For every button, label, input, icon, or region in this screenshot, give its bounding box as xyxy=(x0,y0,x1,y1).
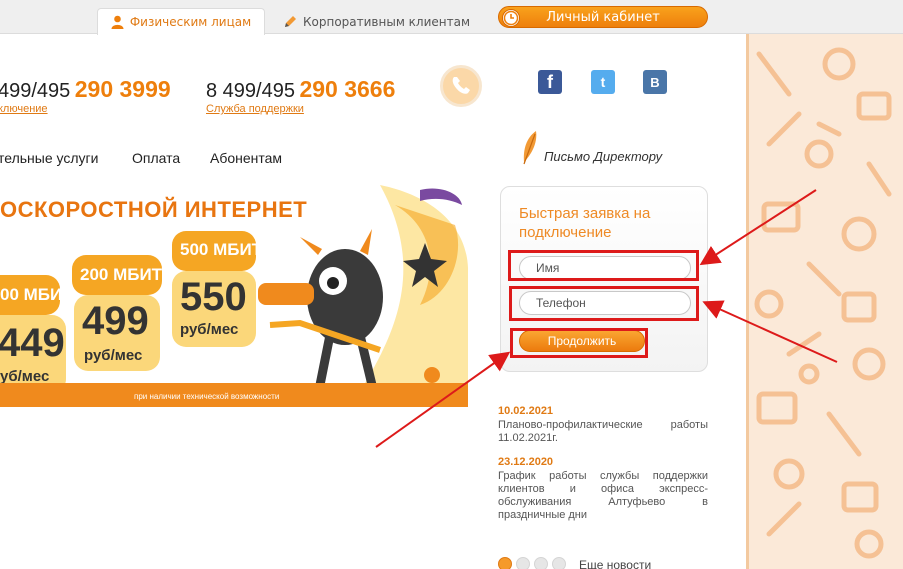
vkontakte-icon[interactable]: B xyxy=(643,70,667,94)
vkontakte-glyph: B xyxy=(650,74,660,90)
speed-500-label: 500 МБИТ/С xyxy=(180,240,280,259)
highlight-name-field xyxy=(508,250,699,281)
phone-support-number: 290 3666 xyxy=(299,76,396,102)
more-news-link[interactable]: Еще новости xyxy=(579,558,651,569)
pattern-icons xyxy=(754,47,892,559)
feather-icon xyxy=(523,131,537,165)
tab-corporate[interactable]: Корпоративным клиентам xyxy=(283,8,470,35)
news-date: 10.02.2021 xyxy=(498,405,554,417)
promo-banner[interactable]: ОСКОРОСТНОЙ ИНТЕРНЕТ 00 МБИТ/С 449 уб/ме… xyxy=(0,185,468,407)
news-page-dot[interactable] xyxy=(552,557,566,569)
news-item[interactable]: 23.12.2020 График работы службы поддержк… xyxy=(498,456,708,522)
person-icon xyxy=(111,15,124,29)
clock-icon xyxy=(502,9,520,27)
price-449-value: 449 xyxy=(0,321,65,365)
nav-item-subscribers[interactable]: Абонентам xyxy=(210,150,282,166)
phone-call-button[interactable] xyxy=(440,65,482,107)
news-text: График работы службы поддержки клиентов … xyxy=(498,470,708,521)
news-page-dot[interactable] xyxy=(534,557,548,569)
nav-item-payment[interactable]: Оплата xyxy=(132,150,180,166)
tab-individuals-label: Физическим лицам xyxy=(129,15,252,29)
facebook-glyph: f xyxy=(547,71,553,92)
tab-individuals[interactable]: Физическим лицам xyxy=(97,8,265,35)
personal-cabinet-button[interactable]: Личный кабинет xyxy=(498,6,708,28)
news-text: Планово-профилактические работы 11.02.20… xyxy=(498,419,708,444)
tab-corporate-label: Корпоративным клиентам xyxy=(303,14,471,29)
facebook-icon[interactable]: f xyxy=(538,70,562,94)
phone-support: 8 499/495 290 3666 xyxy=(206,76,395,103)
nav-item-services[interactable]: тельные услуги xyxy=(0,150,98,166)
price-550-unit: руб/мес xyxy=(180,321,239,338)
letter-to-director-link[interactable]: Письмо Директору xyxy=(520,130,700,168)
phone-connection-prefix: 499/495 xyxy=(0,80,71,102)
phone-support-prefix: 8 499/495 xyxy=(206,80,295,102)
phone-connection: 499/495 290 3999 xyxy=(0,76,171,103)
banner-title: ОСКОРОСТНОЙ ИНТЕРНЕТ xyxy=(0,197,308,222)
phone-handset-icon xyxy=(452,77,470,94)
phone-connection-number: 290 3999 xyxy=(74,76,171,102)
twitter-glyph: t xyxy=(600,74,606,90)
highlight-phone-field xyxy=(509,286,699,321)
phone-support-link[interactable]: Служба поддержки xyxy=(206,103,304,115)
speed-200-label: 200 МБИТ/С xyxy=(80,265,180,284)
price-550-value: 550 xyxy=(180,275,247,319)
news-date: 23.12.2020 xyxy=(498,456,554,468)
news-item[interactable]: 10.02.2021 Планово-профилактические рабо… xyxy=(498,405,708,445)
price-499-unit: руб/мес xyxy=(84,347,143,364)
letter-to-director-label: Письмо Директору xyxy=(544,149,663,164)
form-title: Быстрая заявка на подключение xyxy=(519,205,651,241)
news-page-dot[interactable] xyxy=(498,557,512,569)
news-pagination xyxy=(498,557,566,569)
news-page-dot[interactable] xyxy=(516,557,530,569)
monster-illustration xyxy=(269,229,383,387)
pencil-icon xyxy=(285,15,296,27)
phone-connection-link[interactable]: ключение xyxy=(0,103,48,115)
highlight-continue-button xyxy=(510,328,648,358)
personal-cabinet-label: Личный кабинет xyxy=(546,9,660,25)
banner-note: при наличии технической возможности xyxy=(134,392,280,401)
decorative-pattern xyxy=(749,34,903,569)
price-499-value: 499 xyxy=(82,299,149,343)
twitter-icon[interactable]: t xyxy=(591,70,615,94)
